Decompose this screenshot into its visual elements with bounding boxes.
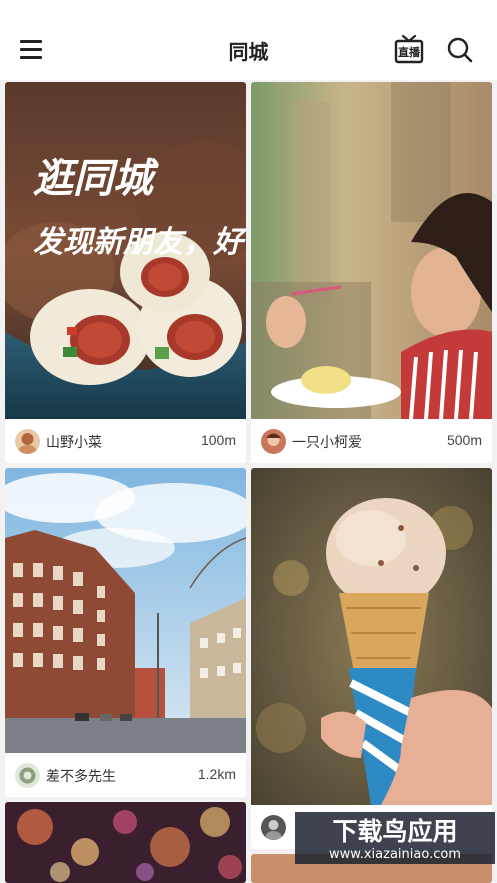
username[interactable]: 一只小柯爱 [292,432,362,452]
avatar[interactable] [15,763,40,788]
card-meta: 山野小菜 100m [5,419,246,463]
feed-cover-image [251,82,492,419]
watermark: 下载鸟应用 www.xiazainiao.com [295,812,495,864]
feed-card[interactable]: 差不多先生 1.2km [5,468,246,797]
feed-card[interactable]: 逛同城 发现新朋友，好去处 山野小菜 100m [5,82,246,463]
card-meta: 一只小柯爱 500m [251,419,492,463]
avatar[interactable] [261,429,286,454]
avatar[interactable] [261,815,286,840]
feed-cover-image [5,468,246,753]
username[interactable]: 差不多先生 [46,766,116,786]
feed-cover-image: 逛同城 发现新朋友，好去处 [5,82,246,419]
feed-card[interactable] [5,802,246,883]
feed-card[interactable]: 一只小柯爱 500m [251,82,492,463]
search-button[interactable] [446,36,474,64]
feed-cover-image [251,468,492,805]
avatar[interactable] [15,429,40,454]
card-meta: 差不多先生 1.2km [5,753,246,797]
overlay-title: 逛同城 [33,155,159,202]
search-icon [447,37,473,63]
top-bar: 同城 直播 [0,0,497,80]
watermark-url: www.xiazainiao.com [329,847,461,862]
distance: 1.2km [197,766,236,782]
live-label: 直播 [398,45,421,59]
feed-card[interactable] [251,468,492,849]
overlay-subtitle: 发现新朋友，好去处 [33,225,246,260]
live-broadcast-button[interactable]: 直播 [394,33,424,65]
feed-cover-image [5,802,246,883]
watermark-title: 下载鸟应用 [332,817,457,846]
username[interactable]: 山野小菜 [46,432,102,452]
distance: 500m [446,432,482,448]
live-tv-icon: 直播 [394,34,424,64]
distance: 100m [200,432,236,448]
